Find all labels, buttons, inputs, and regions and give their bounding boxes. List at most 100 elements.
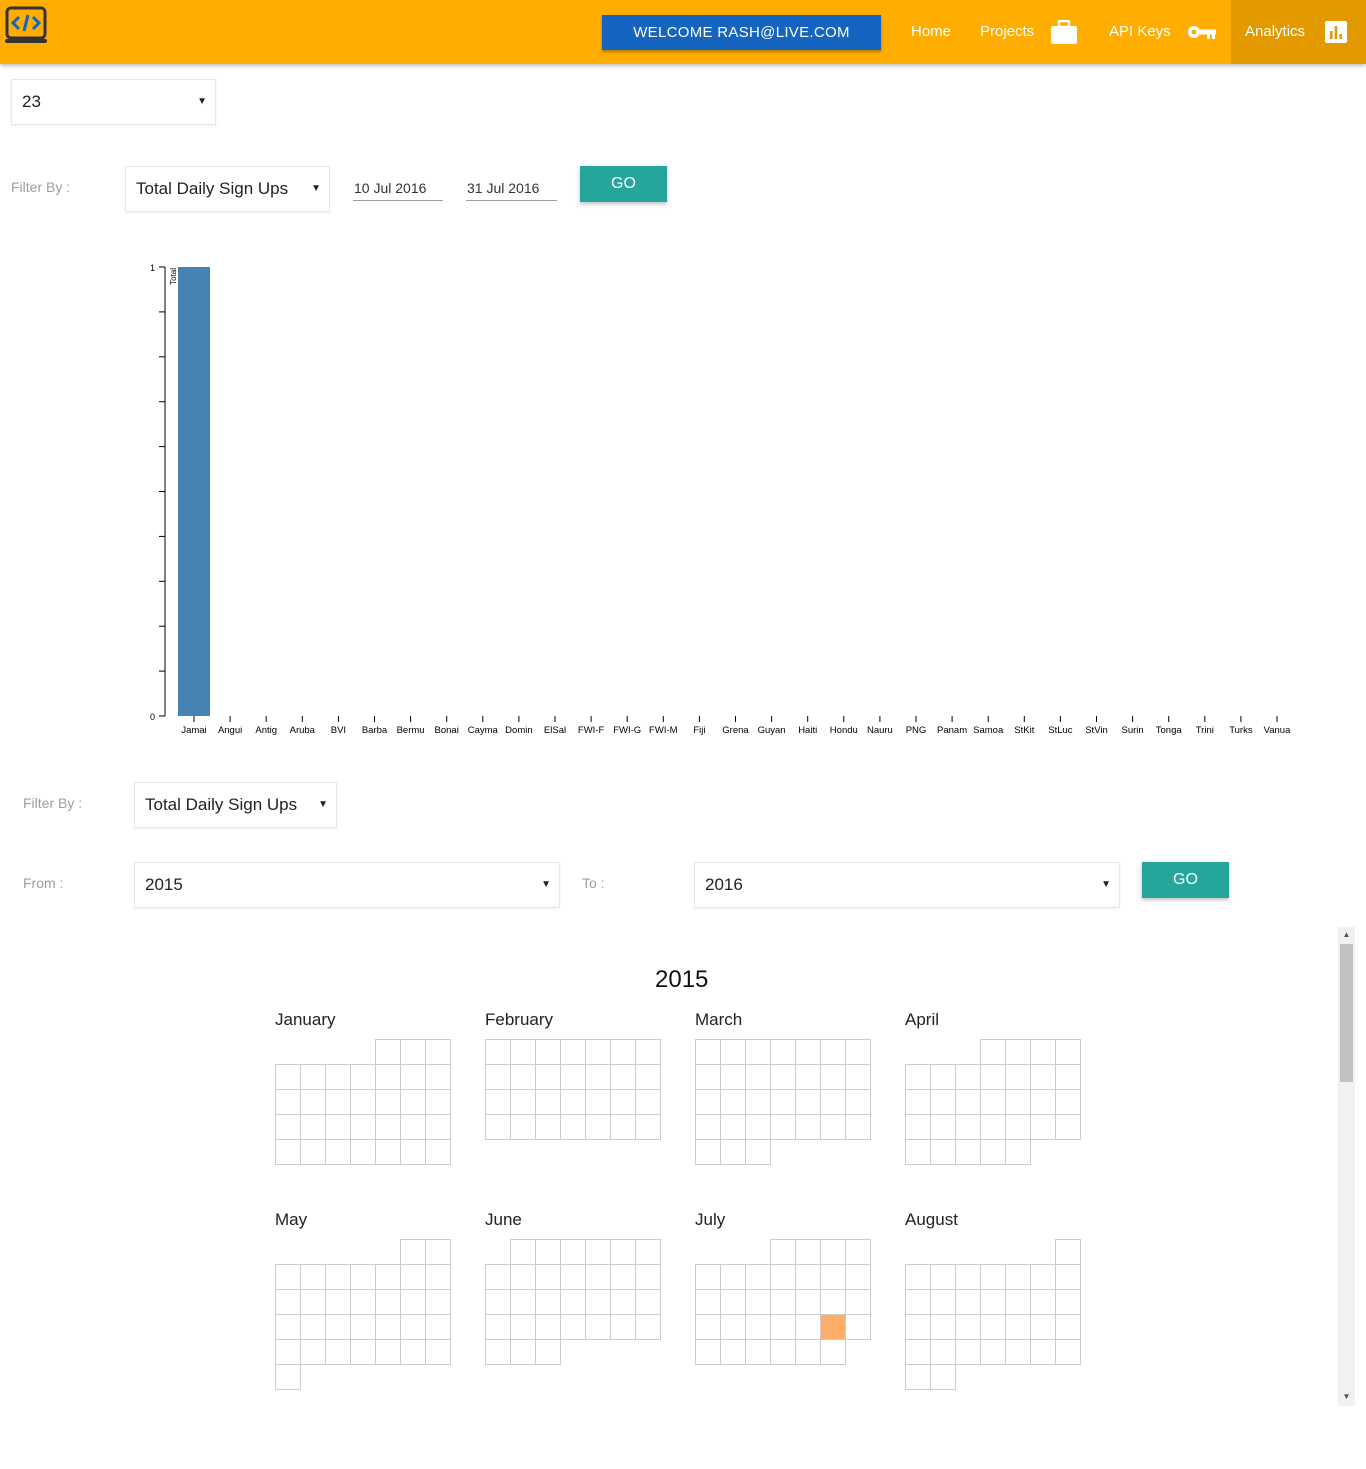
end-date-input[interactable]: 31 Jul 2016	[466, 166, 557, 201]
calendar-day-cell[interactable]	[425, 1064, 451, 1090]
calendar-day-cell[interactable]	[820, 1114, 846, 1140]
calendar-day-cell[interactable]	[695, 1339, 721, 1365]
calendar-day-cell[interactable]	[400, 1314, 426, 1340]
calendar-day-cell[interactable]	[930, 1139, 956, 1165]
calendar-day-cell[interactable]	[400, 1064, 426, 1090]
calendar-day-cell[interactable]	[695, 1089, 721, 1115]
calendar-day-cell[interactable]	[955, 1289, 981, 1315]
calendar-day-cell[interactable]	[300, 1139, 326, 1165]
calendar-day-cell[interactable]	[845, 1064, 871, 1090]
welcome-user-button[interactable]: WELCOME RASH@LIVE.COM	[602, 15, 881, 50]
calendar-day-cell[interactable]	[1055, 1064, 1081, 1090]
calendar-day-cell[interactable]	[770, 1039, 796, 1065]
calendar-day-cell[interactable]	[350, 1139, 376, 1165]
calendar-day-cell[interactable]	[350, 1114, 376, 1140]
calendar-day-cell[interactable]	[375, 1339, 401, 1365]
calendar-day-cell[interactable]	[635, 1314, 661, 1340]
calendar-day-cell[interactable]	[720, 1139, 746, 1165]
calendar-day-cell[interactable]	[1055, 1089, 1081, 1115]
calendar-day-cell[interactable]	[1030, 1064, 1056, 1090]
calendar-day-cell[interactable]	[585, 1089, 611, 1115]
calendar-day-cell[interactable]	[275, 1364, 301, 1390]
calendar-day-cell[interactable]	[535, 1039, 561, 1065]
calendar-day-cell[interactable]	[425, 1114, 451, 1140]
calendar-day-cell[interactable]	[1030, 1339, 1056, 1365]
calendar-day-cell[interactable]	[535, 1264, 561, 1290]
calendar-day-cell[interactable]	[720, 1289, 746, 1315]
calendar-day-cell[interactable]	[820, 1039, 846, 1065]
calendar-day-cell[interactable]	[400, 1139, 426, 1165]
calendar-day-cell[interactable]	[375, 1114, 401, 1140]
calendar-day-cell[interactable]	[980, 1089, 1006, 1115]
calendar-day-cell[interactable]	[325, 1114, 351, 1140]
calendar-day-cell[interactable]	[610, 1114, 636, 1140]
calendar-day-cell[interactable]	[325, 1089, 351, 1115]
calendar-day-cell[interactable]	[510, 1089, 536, 1115]
calendar-day-cell[interactable]	[350, 1064, 376, 1090]
calendar-day-cell[interactable]	[1005, 1289, 1031, 1315]
calendar-day-cell[interactable]	[400, 1089, 426, 1115]
scrollbar-thumb[interactable]	[1340, 944, 1353, 1082]
go-button[interactable]: GO	[580, 166, 667, 202]
calendar-day-cell[interactable]	[375, 1039, 401, 1065]
calendar-day-cell[interactable]	[535, 1114, 561, 1140]
calendar-day-cell[interactable]	[720, 1314, 746, 1340]
scroll-down-arrow-icon[interactable]: ▼	[1338, 1390, 1355, 1404]
calendar-day-cell[interactable]	[275, 1339, 301, 1365]
calendar-day-cell[interactable]	[425, 1264, 451, 1290]
calendar-day-cell[interactable]	[955, 1139, 981, 1165]
calendar-day-cell[interactable]	[820, 1264, 846, 1290]
filter-metric-select[interactable]: Total Daily Sign Ups ▼	[125, 166, 330, 212]
calendar-day-cell[interactable]	[820, 1289, 846, 1315]
calendar-day-cell[interactable]	[375, 1089, 401, 1115]
calendar-day-cell[interactable]	[930, 1264, 956, 1290]
calendar-day-cell[interactable]	[535, 1064, 561, 1090]
calendar-day-cell[interactable]	[610, 1239, 636, 1265]
calendar-day-cell[interactable]	[610, 1064, 636, 1090]
calendar-day-cell[interactable]	[820, 1239, 846, 1265]
calendar-day-cell[interactable]	[720, 1114, 746, 1140]
calendar-day-cell[interactable]	[1055, 1289, 1081, 1315]
calendar-day-cell[interactable]	[560, 1239, 586, 1265]
calendar-day-cell[interactable]	[795, 1239, 821, 1265]
calendar-day-cell[interactable]	[980, 1064, 1006, 1090]
calendar-day-cell[interactable]	[770, 1239, 796, 1265]
calendar-day-cell[interactable]	[980, 1339, 1006, 1365]
calendar-day-cell[interactable]	[1005, 1064, 1031, 1090]
calendar-day-cell[interactable]	[795, 1289, 821, 1315]
calendar-day-cell[interactable]	[795, 1089, 821, 1115]
calendar-day-cell[interactable]	[635, 1239, 661, 1265]
calendar-day-cell[interactable]	[695, 1039, 721, 1065]
calendar-day-cell[interactable]	[770, 1089, 796, 1115]
calendar-day-cell[interactable]	[535, 1289, 561, 1315]
calendar-day-cell[interactable]	[955, 1339, 981, 1365]
calendar-day-cell[interactable]	[930, 1064, 956, 1090]
calendar-day-cell[interactable]	[275, 1139, 301, 1165]
calendar-day-cell[interactable]	[610, 1289, 636, 1315]
scroll-up-arrow-icon[interactable]: ▲	[1338, 928, 1355, 942]
calendar-day-cell[interactable]	[770, 1289, 796, 1315]
calendar-day-cell[interactable]	[1005, 1089, 1031, 1115]
calendar-day-cell[interactable]	[720, 1064, 746, 1090]
calendar-day-cell[interactable]	[905, 1139, 931, 1165]
calendar-day-cell[interactable]	[635, 1064, 661, 1090]
calendar-day-cell[interactable]	[400, 1289, 426, 1315]
calendar-day-cell[interactable]	[770, 1339, 796, 1365]
calendar-day-cell[interactable]	[425, 1039, 451, 1065]
nav-analytics[interactable]: Analytics	[1231, 0, 1366, 64]
calendar-day-cell[interactable]	[350, 1089, 376, 1115]
nav-api-keys[interactable]: API Keys	[1109, 0, 1219, 64]
calendar-day-cell[interactable]	[1005, 1314, 1031, 1340]
calendar-day-cell[interactable]	[745, 1114, 771, 1140]
calendar-day-cell[interactable]	[400, 1114, 426, 1140]
calendar-day-cell[interactable]	[1005, 1264, 1031, 1290]
calendar-day-cell[interactable]	[585, 1064, 611, 1090]
calendar-day-cell[interactable]	[510, 1264, 536, 1290]
calendar-day-cell[interactable]	[845, 1289, 871, 1315]
calendar-day-cell[interactable]	[300, 1114, 326, 1140]
calendar-day-cell[interactable]	[560, 1064, 586, 1090]
calendar-day-cell[interactable]	[845, 1039, 871, 1065]
calendar-day-cell[interactable]	[510, 1289, 536, 1315]
go-button-2[interactable]: GO	[1142, 862, 1229, 898]
calendar-day-cell[interactable]	[585, 1039, 611, 1065]
